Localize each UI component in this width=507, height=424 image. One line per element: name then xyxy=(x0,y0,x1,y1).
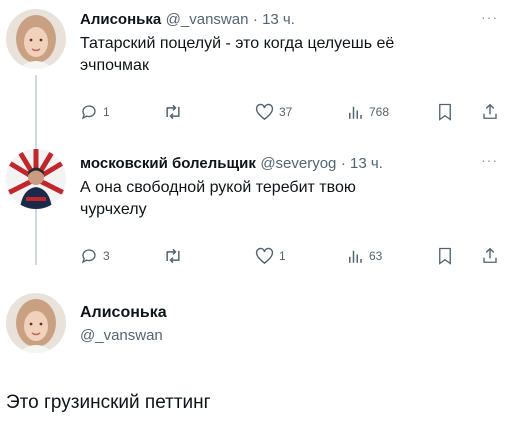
views-button[interactable]: 63 xyxy=(346,247,382,265)
share-button[interactable] xyxy=(481,246,499,265)
bookmark-icon xyxy=(439,103,451,121)
share-icon xyxy=(483,247,497,263)
avatar-photo xyxy=(6,149,66,209)
bookmark-button[interactable] xyxy=(437,103,453,121)
tweet-text-line: чурчхелу xyxy=(80,201,147,218)
reply-count: 3 xyxy=(103,249,110,263)
tweet-text-line: Татарский поцелуй - это когда целуешь её xyxy=(80,35,395,52)
share-icon xyxy=(483,103,497,119)
share-button[interactable] xyxy=(481,102,499,121)
tweet-text-line: А она свободной рукой теребит твою xyxy=(80,179,356,196)
tweet-header: Алисонька @_vanswan · 13 ч. xyxy=(80,11,295,29)
like-count: 1 xyxy=(279,249,286,263)
reply-icon xyxy=(81,249,96,264)
views-count: 768 xyxy=(369,105,390,119)
retweet-icon xyxy=(166,248,180,264)
author-handle[interactable]: @severyog xyxy=(260,155,336,172)
like-button[interactable]: 1 xyxy=(255,247,286,265)
tweet-text-line: эчпочмак xyxy=(80,57,149,74)
avatar[interactable] xyxy=(6,9,66,69)
retweet-button[interactable] xyxy=(163,103,183,121)
views-icon xyxy=(349,250,362,263)
reply-button[interactable]: 3 xyxy=(80,247,110,265)
reply-button[interactable]: 1 xyxy=(80,103,110,121)
tweet-text: А она свободной рукой теребит твою чурчх… xyxy=(80,177,356,221)
retweet-button[interactable] xyxy=(163,247,183,265)
avatar[interactable] xyxy=(6,293,66,353)
thread-line xyxy=(35,215,37,265)
like-button[interactable]: 37 xyxy=(255,103,292,121)
tweet-text: Это грузинский петтинг xyxy=(6,392,211,413)
more-icon[interactable]: ··· xyxy=(481,9,498,25)
reply-icon xyxy=(81,105,96,120)
bookmark-icon xyxy=(439,247,451,265)
tweet-text: Татарский поцелуй - это когда целуешь её… xyxy=(80,33,394,77)
author-name[interactable]: Алисонька xyxy=(80,11,161,28)
tweet-time[interactable]: · 13 ч. xyxy=(253,11,295,28)
avatar-photo xyxy=(6,9,66,69)
tweet-time[interactable]: · 13 ч. xyxy=(341,155,383,172)
retweet-icon xyxy=(166,104,180,120)
like-icon xyxy=(255,247,274,265)
views-button[interactable]: 768 xyxy=(346,103,389,121)
more-icon[interactable]: ··· xyxy=(481,152,498,168)
avatar[interactable] xyxy=(6,149,66,209)
views-count: 63 xyxy=(369,249,383,263)
tweet-header: московский болельщик @severyog · 13 ч. xyxy=(80,155,383,173)
author-handle[interactable]: @_vanswan xyxy=(80,327,163,344)
author-name[interactable]: московский болельщик xyxy=(80,155,256,172)
author-name[interactable]: Алисонька xyxy=(80,304,167,322)
author-handle[interactable]: @_vanswan xyxy=(166,11,249,28)
views-icon xyxy=(349,106,362,119)
bookmark-button[interactable] xyxy=(437,247,453,265)
avatar-photo xyxy=(6,293,66,353)
like-count: 37 xyxy=(279,105,293,119)
like-icon xyxy=(255,103,274,121)
reply-count: 1 xyxy=(103,105,110,119)
